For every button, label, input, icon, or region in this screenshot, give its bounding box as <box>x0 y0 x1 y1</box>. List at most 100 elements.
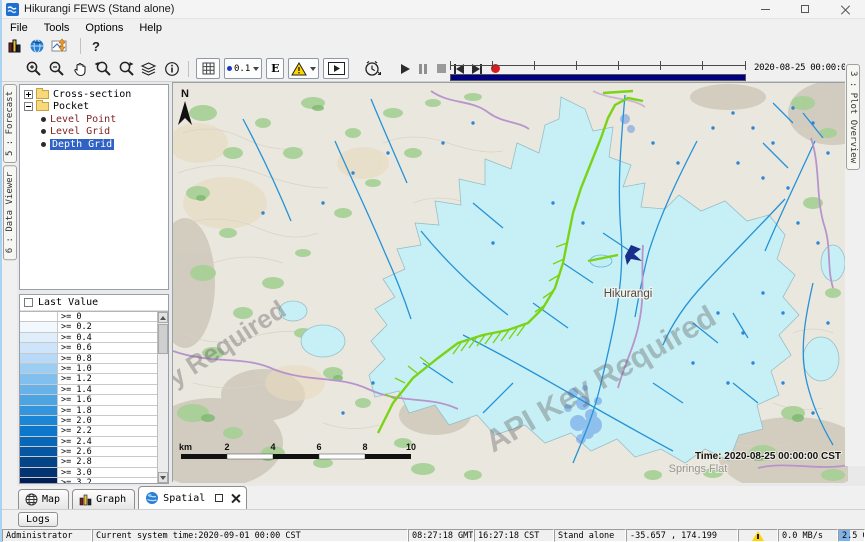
database-icon[interactable] <box>7 36 23 56</box>
svg-text:10: 10 <box>406 442 416 452</box>
legend-swatch <box>20 333 58 342</box>
legend-row[interactable]: >= 0.2 <box>20 322 157 332</box>
filter-tree: Cross-section Pocket Level Point Level G… <box>19 84 169 290</box>
animation-clock-button[interactable] <box>361 59 384 79</box>
node-bullet-icon <box>41 142 46 147</box>
legend-swatch <box>20 416 58 425</box>
timeline-slider[interactable] <box>450 59 746 81</box>
legend-row[interactable]: >= 2.6 <box>20 447 157 457</box>
pan-hand-button[interactable] <box>68 59 91 79</box>
node-bullet-icon <box>41 129 46 134</box>
legend-row[interactable]: >= 1.6 <box>20 395 157 405</box>
left-tab-strip: 5 : Forecast 6 : Data Viewer <box>2 82 17 486</box>
chevron-down-icon <box>253 67 259 71</box>
menu-file[interactable]: File <box>2 21 36 35</box>
legend-row[interactable]: >= 2.4 <box>20 437 157 447</box>
status-warning-cell[interactable] <box>738 529 778 542</box>
scroll-up-icon[interactable] <box>158 312 168 323</box>
scroll-down-icon[interactable] <box>158 472 168 483</box>
legend-row[interactable]: >= 2.8 <box>20 457 157 467</box>
info-button[interactable] <box>160 59 183 79</box>
timeseries-edit-icon[interactable] <box>51 36 69 56</box>
zoom-in-button[interactable] <box>22 59 45 79</box>
pause-button[interactable] <box>414 59 432 79</box>
node-bullet-icon <box>41 117 46 122</box>
tree-node-cross-section[interactable]: Cross-section <box>20 88 168 101</box>
tab-forecast[interactable]: 5 : Forecast <box>3 84 17 163</box>
expand-icon[interactable] <box>24 90 33 99</box>
legend-swatch <box>20 478 58 483</box>
scroll-thumb[interactable] <box>158 324 168 354</box>
pause-icon <box>419 64 427 74</box>
tree-leaf-depth-grid[interactable]: Depth Grid <box>20 138 168 151</box>
menu-help[interactable]: Help <box>131 21 170 35</box>
contour-threshold-dropdown[interactable]: 0.1 <box>224 58 262 79</box>
logs-button[interactable]: Logs <box>18 512 58 527</box>
status-gmt-time: 08:27:18 GMT <box>408 529 474 542</box>
grid-toggle-button[interactable] <box>196 58 220 79</box>
status-local-time: 16:27:18 CST <box>474 529 554 542</box>
help-button[interactable]: ? <box>92 36 100 56</box>
minimize-button[interactable] <box>745 0 785 18</box>
collapse-icon[interactable] <box>24 102 33 111</box>
legend-swatch <box>20 437 58 446</box>
legend-row[interactable]: >= 0.8 <box>20 354 157 364</box>
zoom-out-button[interactable] <box>45 59 68 79</box>
layers-button[interactable] <box>137 59 160 79</box>
toolbar-separator <box>188 61 189 77</box>
legend-row[interactable]: >= 0.6 <box>20 343 157 353</box>
legend-scrollbar[interactable] <box>157 312 168 483</box>
zoom-previous-button[interactable] <box>91 59 114 79</box>
legend-row[interactable]: >= 1.8 <box>20 406 157 416</box>
tab-graph[interactable]: Graph <box>72 489 135 509</box>
close-button[interactable] <box>825 0 865 18</box>
legend-row[interactable]: >= 0 <box>20 312 157 322</box>
stop-button[interactable] <box>432 59 450 79</box>
status-user: Administrator <box>2 529 92 542</box>
legend-row[interactable]: >= 2.2 <box>20 426 157 436</box>
map-time-overlay: Time: 2020-08-25 00:00:00 CST <box>695 451 841 462</box>
tab-data-viewer[interactable]: 6 : Data Viewer <box>3 165 17 260</box>
svg-text:4: 4 <box>270 442 275 452</box>
play-button[interactable] <box>396 59 414 79</box>
maximize-panel-icon[interactable] <box>215 494 223 502</box>
tab-plot-overview[interactable]: 3 : Plot Overview <box>846 64 860 170</box>
stop-icon <box>437 64 446 73</box>
warning-dropdown[interactable] <box>288 58 319 79</box>
menu-tools[interactable]: Tools <box>36 21 78 35</box>
maximize-button[interactable] <box>785 0 825 18</box>
legend-swatch <box>20 354 58 363</box>
legend-row[interactable]: >= 2.0 <box>20 416 157 426</box>
menu-bar: File Tools Options Help <box>2 19 865 36</box>
minimize-icon <box>761 9 770 10</box>
app-window: { "window": { "title": "Hikurangi FEWS (… <box>0 0 865 542</box>
status-mode: Stand alone <box>554 529 626 542</box>
tab-spatial[interactable]: Spatial <box>138 486 247 509</box>
tree-leaf-level-point[interactable]: Level Point <box>20 113 168 126</box>
legend-row[interactable]: >= 0.4 <box>20 333 157 343</box>
timeline-range-bar[interactable] <box>450 74 746 81</box>
legend-row[interactable]: >= 3.2 <box>20 478 157 483</box>
map-toolbar: 0.1 E 2020-08-25 00:00:00 CST <box>2 56 865 82</box>
tree-node-pocket[interactable]: Pocket <box>20 101 168 114</box>
map-viewport[interactable]: API Key Required API Key Required Hikura… <box>172 82 847 482</box>
legend-swatch <box>20 343 58 352</box>
bottom-tab-bar: Map Graph Spatial <box>2 486 865 510</box>
label-toggle-button[interactable]: E <box>266 58 284 79</box>
legend-row[interactable]: >= 1.4 <box>20 385 157 395</box>
legend-row[interactable]: >= 1.2 <box>20 374 157 384</box>
close-panel-icon[interactable] <box>231 494 240 503</box>
tree-leaf-level-grid[interactable]: Level Grid <box>20 126 168 139</box>
movie-player-button[interactable] <box>323 58 349 79</box>
play-icon <box>401 64 410 74</box>
zoom-next-button[interactable] <box>114 59 137 79</box>
tab-map[interactable]: Map <box>18 489 69 509</box>
last-value-label: Last Value <box>38 297 98 308</box>
map-canvas: API Key Required API Key Required Hikura… <box>173 83 848 483</box>
legend-row[interactable]: >= 3.0 <box>20 468 157 478</box>
last-value-checkbox[interactable] <box>24 298 33 307</box>
map-globe-icon[interactable] <box>29 36 45 56</box>
chevron-down-icon <box>310 67 316 71</box>
menu-options[interactable]: Options <box>77 21 131 35</box>
legend-row[interactable]: >= 1.0 <box>20 364 157 374</box>
